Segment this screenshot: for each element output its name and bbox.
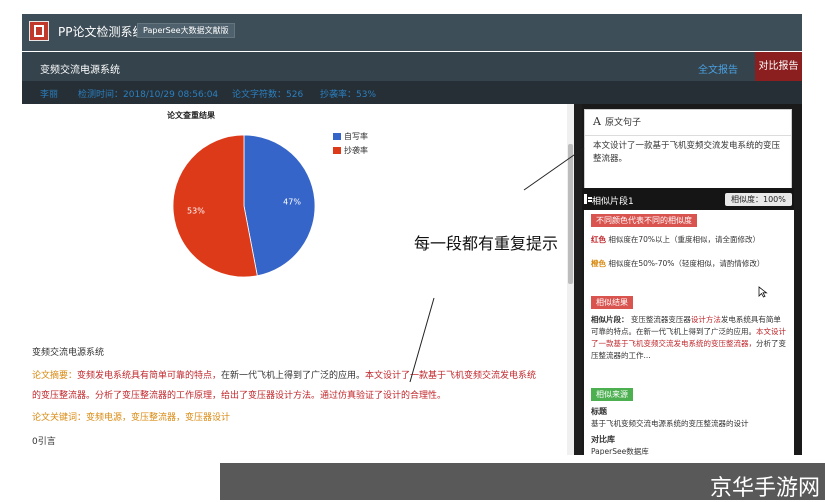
annotation-text: 每一段都有重复提示 <box>414 234 559 253</box>
annotation-lines <box>409 147 585 383</box>
mouse-cursor-icon <box>758 286 768 298</box>
annotation-line-top <box>523 147 585 191</box>
app-window: PP论文检测系统 PaperSee大数据文献版 变频交流电源系统 全文报告 对比… <box>22 14 802 455</box>
annotation-line-bottom <box>409 297 435 383</box>
watermark-text: 京华手游网 <box>710 476 821 501</box>
